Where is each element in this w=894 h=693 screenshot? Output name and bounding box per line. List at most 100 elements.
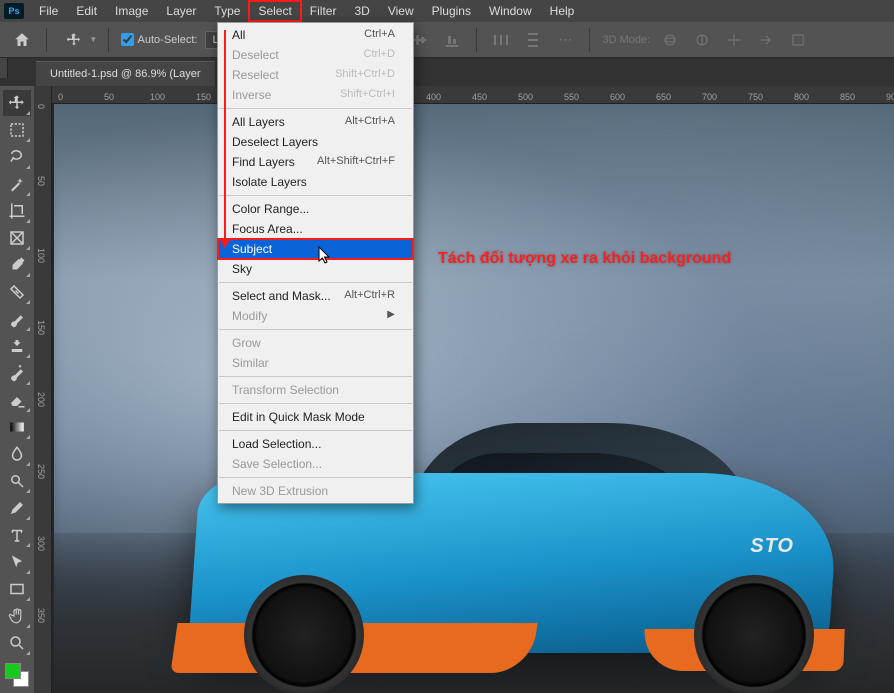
menu-item-find-layers[interactable]: Find LayersAlt+Shift+Ctrl+F xyxy=(218,152,413,172)
canvas[interactable]: STO xyxy=(54,104,894,693)
document-tab[interactable]: Untitled-1.psd @ 86.9% (Layer xyxy=(36,61,215,86)
magic-wand-tool[interactable] xyxy=(3,171,31,197)
menu-item-subject[interactable]: Subject xyxy=(218,239,413,259)
ruler-tick: 750 xyxy=(748,92,763,102)
menu-item-isolate-layers[interactable]: Isolate Layers xyxy=(218,172,413,192)
menu-plugins[interactable]: Plugins xyxy=(423,1,480,21)
frame-tool[interactable] xyxy=(3,225,31,251)
color-swatch[interactable] xyxy=(5,663,29,687)
menu-item-all-layers[interactable]: All LayersAlt+Ctrl+A xyxy=(218,112,413,132)
menu-layer[interactable]: Layer xyxy=(157,1,205,21)
menu-item-modify: Modify▶ xyxy=(218,306,413,326)
3d-roll-icon[interactable] xyxy=(690,28,714,52)
menu-edit[interactable]: Edit xyxy=(67,1,106,21)
eyedropper-tool[interactable] xyxy=(3,252,31,278)
ruler-tick-v: 200 xyxy=(36,392,46,407)
blur-tool[interactable] xyxy=(3,441,31,467)
menu-3d[interactable]: 3D xyxy=(345,1,378,21)
menu-view[interactable]: View xyxy=(379,1,423,21)
menu-item-sky[interactable]: Sky xyxy=(218,259,413,279)
ruler-tick: 800 xyxy=(794,92,809,102)
move-tool[interactable] xyxy=(3,90,31,116)
menu-window[interactable]: Window xyxy=(480,1,541,21)
distribute-v-icon[interactable] xyxy=(521,28,545,52)
ruler-tick-v: 250 xyxy=(36,464,46,479)
menu-filter[interactable]: Filter xyxy=(301,1,346,21)
crop-tool[interactable] xyxy=(3,198,31,224)
3d-orbit-icon[interactable] xyxy=(658,28,682,52)
menu-item-similar: Similar xyxy=(218,353,413,373)
document-image: STO xyxy=(54,104,894,693)
brush-tool[interactable] xyxy=(3,306,31,332)
artboard-tool[interactable] xyxy=(3,117,31,143)
menu-type[interactable]: Type xyxy=(205,1,249,21)
menu-item-save-selection: Save Selection... xyxy=(218,454,413,474)
menu-image[interactable]: Image xyxy=(106,1,157,21)
menu-item-edit-in-quick-mask-mode[interactable]: Edit in Quick Mask Mode xyxy=(218,407,413,427)
align-bottom-icon[interactable] xyxy=(440,28,464,52)
distribute-h-icon[interactable] xyxy=(489,28,513,52)
ruler-tick: 450 xyxy=(472,92,487,102)
ruler-vertical: 050100150200250300350 xyxy=(34,86,52,693)
app-logo: Ps xyxy=(4,3,24,19)
pen-tool[interactable] xyxy=(3,495,31,521)
annotation-arrow xyxy=(224,30,226,246)
3d-mode-label: 3D Mode: xyxy=(602,34,650,46)
menu-item-transform-selection: Transform Selection xyxy=(218,380,413,400)
menu-item-all[interactable]: AllCtrl+A xyxy=(218,25,413,45)
menu-item-load-selection[interactable]: Load Selection... xyxy=(218,434,413,454)
ruler-tick: 550 xyxy=(564,92,579,102)
ruler-tick: 50 xyxy=(104,92,114,102)
menu-item-grow: Grow xyxy=(218,333,413,353)
select-menu-dropdown: AllCtrl+ADeselectCtrl+DReselectShift+Ctr… xyxy=(217,22,414,504)
zoom-tool[interactable] xyxy=(3,630,31,656)
rectangle-tool[interactable] xyxy=(3,576,31,602)
menu-item-reselect: ReselectShift+Ctrl+D xyxy=(218,65,413,85)
3d-scale-icon[interactable] xyxy=(786,28,810,52)
more-icon[interactable]: ⋯ xyxy=(553,28,577,52)
cursor-icon xyxy=(318,246,332,266)
path-select-tool[interactable] xyxy=(3,549,31,575)
ruler-tick: 100 xyxy=(150,92,165,102)
toolbar xyxy=(0,86,34,693)
menu-item-focus-area[interactable]: Focus Area... xyxy=(218,219,413,239)
healing-tool[interactable] xyxy=(3,279,31,305)
home-icon[interactable] xyxy=(10,28,34,52)
options-bar: ▾ Auto-Select: La ⋯ 3D Mode: xyxy=(0,22,894,58)
lasso-tool[interactable] xyxy=(3,144,31,170)
3d-slide-icon[interactable] xyxy=(754,28,778,52)
panel-collapse-strip[interactable] xyxy=(0,58,8,78)
gradient-tool[interactable] xyxy=(3,414,31,440)
menu-item-select-and-mask[interactable]: Select and Mask...Alt+Ctrl+R xyxy=(218,286,413,306)
menu-item-color-range[interactable]: Color Range... xyxy=(218,199,413,219)
hand-tool[interactable] xyxy=(3,603,31,629)
3d-pan-icon[interactable] xyxy=(722,28,746,52)
ruler-tick: 600 xyxy=(610,92,625,102)
menubar: Ps FileEditImageLayerTypeSelectFilter3DV… xyxy=(0,0,894,22)
history-brush-tool[interactable] xyxy=(3,360,31,386)
car-badge-text: STO xyxy=(750,535,794,558)
menu-select[interactable]: Select xyxy=(249,1,300,21)
dodge-tool[interactable] xyxy=(3,468,31,494)
auto-select-checkbox[interactable]: Auto-Select: xyxy=(121,33,198,46)
ruler-tick-v: 350 xyxy=(36,608,46,623)
clone-tool[interactable] xyxy=(3,333,31,359)
ruler-tick-v: 0 xyxy=(36,104,46,109)
menu-item-inverse: InverseShift+Ctrl+I xyxy=(218,85,413,105)
menu-item-new-3d-extrusion: New 3D Extrusion xyxy=(218,481,413,501)
ruler-tick: 0 xyxy=(58,92,63,102)
auto-select-label: Auto-Select: xyxy=(138,34,198,46)
ruler-tick-v: 300 xyxy=(36,536,46,551)
eraser-tool[interactable] xyxy=(3,387,31,413)
ruler-tick: 400 xyxy=(426,92,441,102)
ruler-tick-v: 150 xyxy=(36,320,46,335)
menu-file[interactable]: File xyxy=(30,1,67,21)
ruler-tick: 900 xyxy=(886,92,894,102)
canvas-area: 0501001502002503003504004505005506006507… xyxy=(52,86,894,693)
type-tool[interactable] xyxy=(3,522,31,548)
ruler-tick: 850 xyxy=(840,92,855,102)
ruler-tick: 500 xyxy=(518,92,533,102)
menu-item-deselect-layers[interactable]: Deselect Layers xyxy=(218,132,413,152)
menu-help[interactable]: Help xyxy=(541,1,584,21)
document-tab-bar: Untitled-1.psd @ 86.9% (Layer xyxy=(0,58,894,86)
